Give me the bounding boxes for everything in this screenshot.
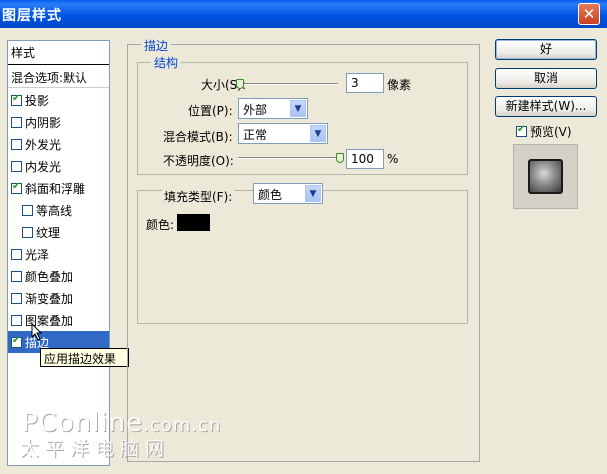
opacity-label: 不透明度(O): [163,154,234,168]
chevron-down-icon: ▼ [305,185,321,202]
stroke-color-swatch[interactable] [177,214,210,231]
list-item-satin[interactable]: 光泽 [8,243,109,265]
pattern-overlay-checkbox[interactable] [11,315,22,326]
texture-checkbox[interactable] [22,227,33,238]
list-item-label: 光泽 [25,248,50,262]
new-style-button[interactable]: 新建样式(W)... [495,96,597,117]
list-item-contour[interactable]: 等高线 [8,199,109,221]
bevel-emboss-checkbox[interactable]: ✔ [11,181,22,194]
list-item-bevel-emboss[interactable]: ✔ 斜面和浮雕 [8,177,109,199]
structure-group-title: 结构 [151,54,182,71]
list-item-drop-shadow[interactable]: ✔ 投影 [8,89,109,111]
position-select-value: 外部 [243,103,268,117]
opacity-input[interactable]: 100 [346,149,384,169]
list-item-label: 纹理 [36,226,61,240]
fill-type-label: 填充类型(F): [162,188,235,205]
list-item-inner-glow[interactable]: 内发光 [8,155,109,177]
ok-button[interactable]: 好 [495,39,597,60]
chevron-down-icon: ▼ [290,100,306,117]
list-item-blend-options[interactable]: 混合选项:默认 [8,66,109,88]
window-title: 图层样式 [2,8,62,24]
gradient-overlay-checkbox[interactable] [11,293,22,304]
list-item-label: 内发光 [25,160,62,174]
size-slider-track[interactable] [238,83,338,85]
title-bar: 图层样式 ✕ [0,0,607,28]
check-icon: ✔ [12,335,21,346]
contour-checkbox[interactable] [22,205,33,216]
list-item-label: 斜面和浮雕 [25,182,86,196]
list-item-color-overlay[interactable]: 颜色叠加 [8,265,109,287]
fill-type-select[interactable]: 颜色 ▼ [253,183,323,204]
fill-group [137,190,468,324]
stroke-checkbox[interactable]: ✔ [11,335,22,348]
color-overlay-checkbox[interactable] [11,271,22,282]
drop-shadow-checkbox[interactable]: ✔ [11,93,22,106]
blend-mode-label: 混合模式(B): [163,130,233,144]
opacity-slider-thumb[interactable] [336,153,344,163]
style-list-header: 样式 [8,41,109,65]
mouse-cursor-icon [31,323,43,341]
list-item-pattern-overlay[interactable]: 图案叠加 [8,309,109,331]
opacity-unit: % [387,152,399,166]
opacity-slider-track[interactable] [238,157,343,159]
watermark-subtitle: 太平洋电脑网 [20,438,171,460]
size-slider-thumb[interactable] [236,79,244,89]
blend-mode-select[interactable]: 正常 ▼ [238,123,328,144]
stroke-section-title: 描边 [141,37,172,54]
check-icon: ✔ [517,124,526,135]
list-item-label: 颜色叠加 [25,270,74,284]
preview-label: 预览(V) [530,125,572,139]
preview-checkbox-row[interactable]: ✔ 预览(V) [516,123,572,140]
style-list: 样式 混合选项:默认 ✔ 投影 内阴影 外发光 内发光 ✔ 斜面和浮雕 等高线 纹理… [7,40,110,466]
list-item-label: 外发光 [25,138,62,152]
preview-thumbnail [513,144,578,209]
inner-glow-checkbox[interactable] [11,161,22,172]
preview-swatch [528,159,563,194]
check-icon: ✔ [12,181,21,192]
list-item-label: 等高线 [36,204,73,218]
size-unit: 像素 [387,78,412,92]
preview-checkbox[interactable]: ✔ [516,124,527,137]
fill-type-select-value: 颜色 [258,188,283,202]
chevron-down-icon: ▼ [310,125,326,142]
list-item-gradient-overlay[interactable]: 渐变叠加 [8,287,109,309]
list-item-label: 渐变叠加 [25,292,74,306]
outer-glow-checkbox[interactable] [11,139,22,150]
close-button[interactable]: ✕ [578,3,600,25]
cancel-button[interactable]: 取消 [495,68,597,89]
list-item-inner-shadow[interactable]: 内阴影 [8,111,109,133]
check-icon: ✔ [12,93,21,104]
position-label: 位置(P): [188,104,233,118]
tooltip: 应用描边效果 [40,348,129,367]
position-select[interactable]: 外部 ▼ [238,98,308,119]
list-item-label: 内阴影 [25,116,62,130]
list-item-outer-glow[interactable]: 外发光 [8,133,109,155]
color-label: 颜色: [146,218,175,232]
list-item-texture[interactable]: 纹理 [8,221,109,243]
inner-shadow-checkbox[interactable] [11,117,22,128]
size-input[interactable]: 3 [346,73,384,93]
close-icon: ✕ [582,5,596,23]
satin-checkbox[interactable] [11,249,22,260]
list-item-label: 投影 [25,94,50,108]
blend-mode-select-value: 正常 [243,128,268,142]
